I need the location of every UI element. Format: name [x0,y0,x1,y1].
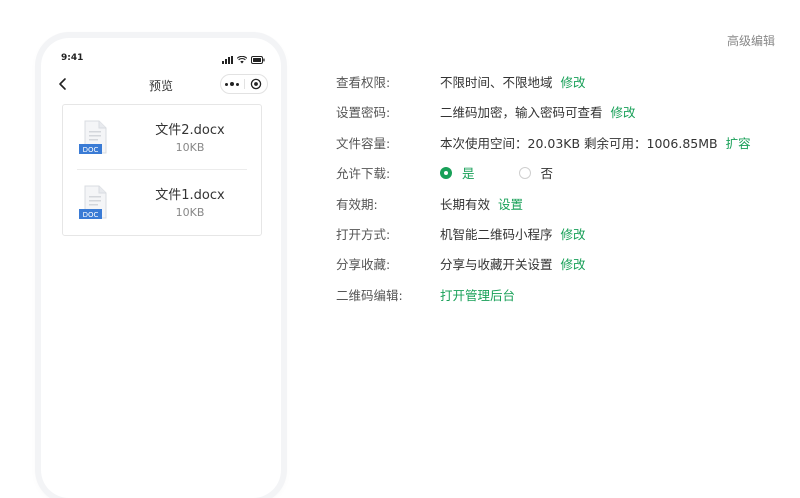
share-favorite-label: 分享收藏: [336,257,391,273]
set-password-modify-link[interactable]: 修改 [611,105,636,120]
view-permission-modify-link[interactable]: 修改 [561,75,586,90]
file-item[interactable]: DOC 文件2.docx 10KB [63,105,261,169]
status-bar: 9:41 [41,52,281,66]
validity-value: 长期有效 [440,196,491,212]
close-capsule-button[interactable] [245,75,268,93]
signal-icon [222,56,233,64]
download-no-radio[interactable] [518,166,531,179]
file-item[interactable]: DOC 文件1.docx 10KB [63,170,261,234]
file-name: 文件1.docx [155,188,225,203]
validity-label: 有效期: [336,196,378,212]
file-capacity-label: 文件容量: [336,135,391,151]
set-password-value: 二维码加密，输入密码可查看 [440,105,603,121]
allow-download-radio-group: 是 否 [440,163,553,182]
svg-text:DOC: DOC [83,146,99,154]
nav-bar: 预览 [41,74,281,96]
file-size: 10KB [175,206,205,219]
more-dots-icon [225,82,240,86]
validity-setting-link[interactable]: 设置 [498,197,523,212]
target-close-icon [250,75,262,94]
file-size: 10KB [175,141,205,154]
share-favorite-value: 分享与收藏开关设置 [440,257,553,273]
wifi-icon [237,56,247,64]
svg-text:DOC: DOC [83,211,99,219]
file-capacity-value: 本次使用空间：20.03KB 剩余可用：1006.85MB [440,135,718,151]
more-button[interactable] [221,75,244,93]
download-no-label[interactable]: 否 [541,163,554,182]
allow-download-label: 允许下载: [336,166,391,182]
set-password-label: 设置密码: [336,105,391,121]
open-admin-backend-link[interactable]: 打开管理后台 [440,288,515,303]
open-mode-label: 打开方式: [336,226,391,242]
phone-preview: 9:41 预览 DOC 文件2.docx 10KB DOC 文件1.docx 1… [41,38,281,498]
doc-file-icon: DOC [79,185,111,221]
view-permission-label: 查看权限: [336,75,391,90]
share-favorite-modify-link[interactable]: 修改 [561,257,586,272]
open-mode-modify-link[interactable]: 修改 [561,227,586,242]
file-list: DOC 文件2.docx 10KB DOC 文件1.docx 10KB [62,104,262,236]
advanced-edit-link[interactable]: 高级编辑 [727,32,775,49]
download-yes-label[interactable]: 是 [462,163,475,182]
status-time: 9:41 [61,53,84,63]
qr-edit-label: 二维码编辑: [336,287,403,303]
expand-capacity-link[interactable]: 扩容 [726,136,751,151]
file-name: 文件2.docx [155,123,225,138]
view-permission-value: 不限时间、不限地域 [440,75,553,90]
doc-file-icon: DOC [79,120,111,156]
mini-program-capsule [220,74,268,94]
battery-icon [251,56,265,64]
open-mode-value: 机智能二维码小程序 [440,226,553,242]
download-yes-radio[interactable] [440,166,452,179]
